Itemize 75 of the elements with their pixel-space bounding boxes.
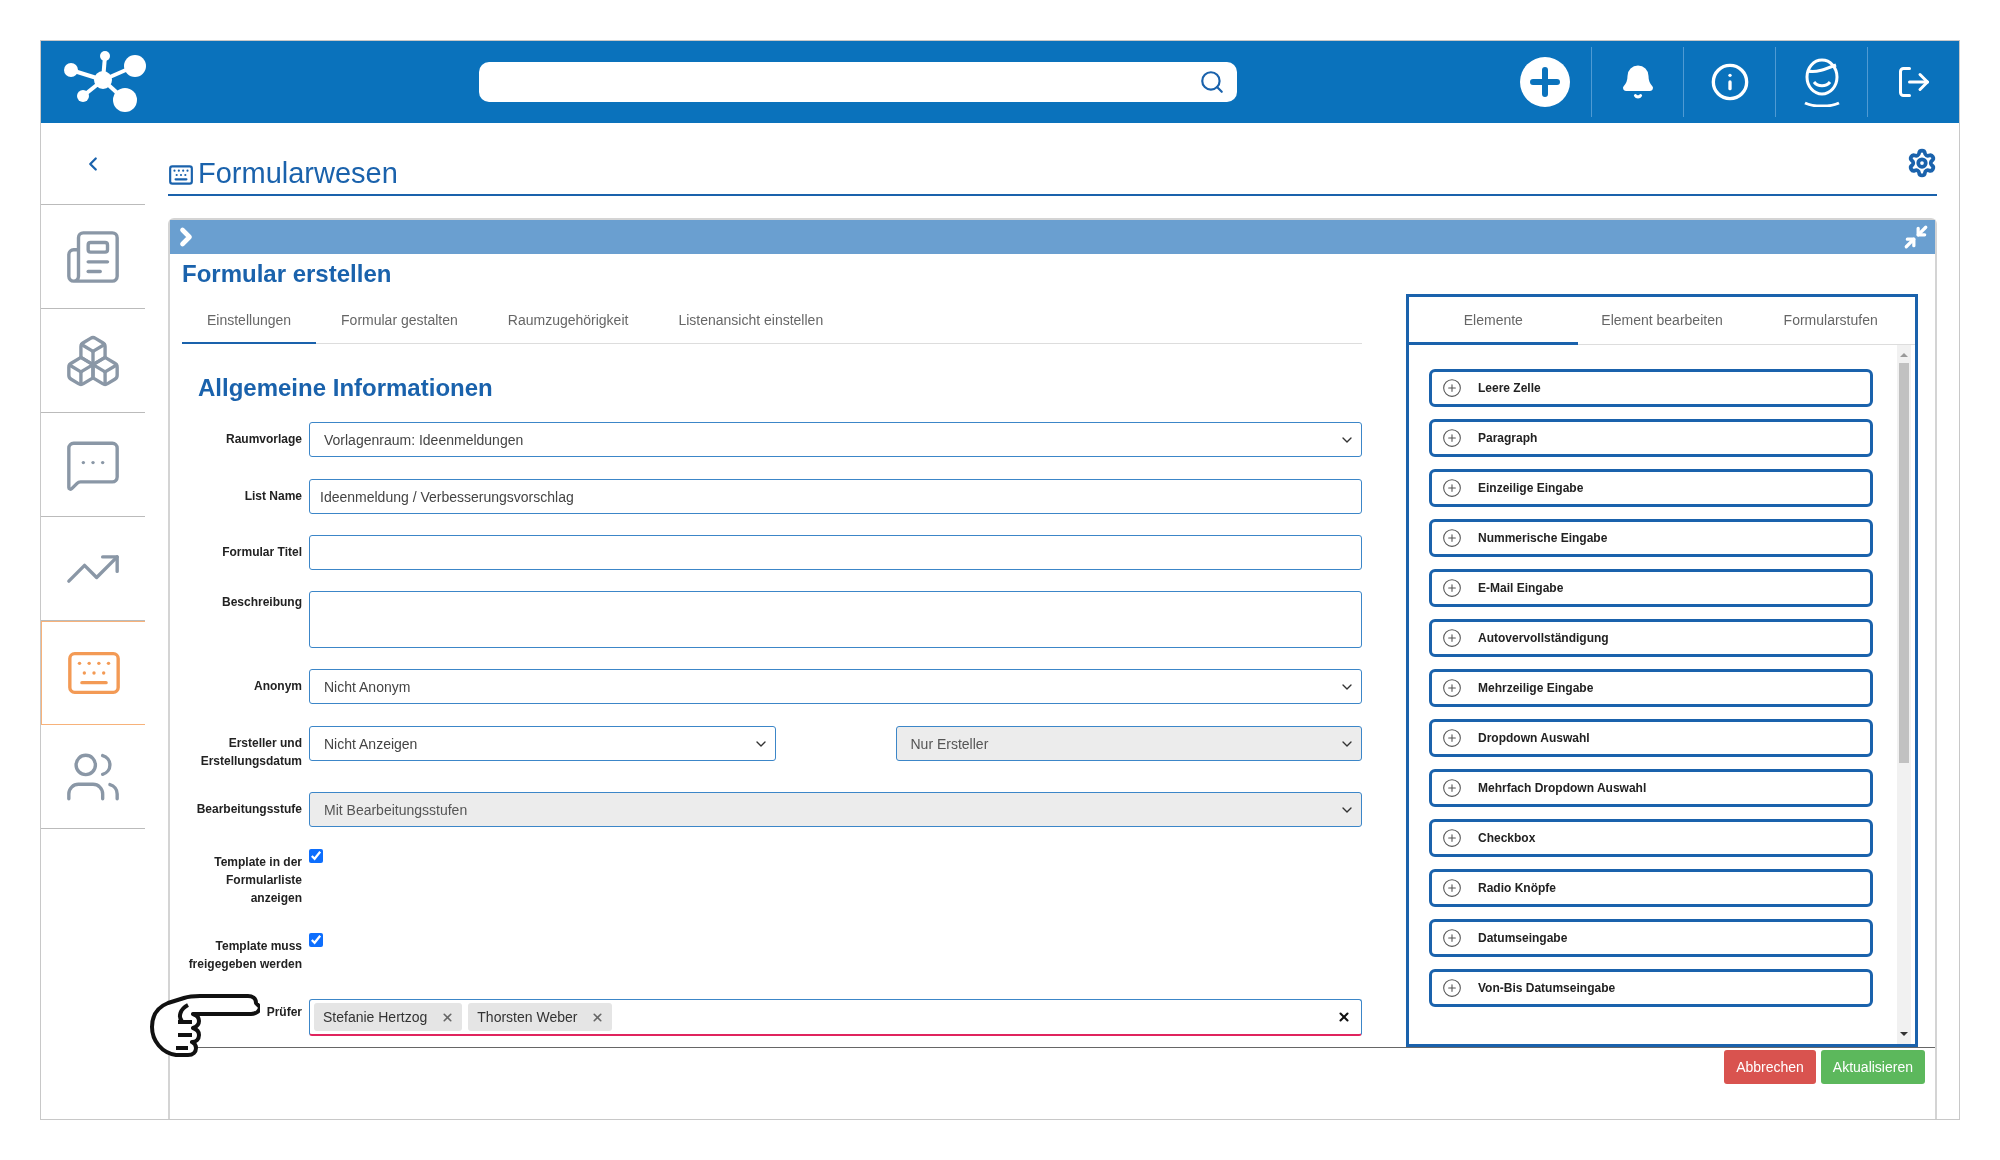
- element-item[interactable]: Von-Bis Datumseingabe: [1429, 969, 1873, 1007]
- field-label: Ersteller und Erstellungsdatum: [199, 735, 302, 770]
- cancel-button[interactable]: Abbrechen: [1724, 1050, 1816, 1084]
- plus-circle-icon: [1442, 728, 1462, 748]
- plus-circle-icon: [1442, 878, 1462, 898]
- reviewer-tag[interactable]: Thorsten Weber: [468, 1003, 613, 1031]
- element-item[interactable]: Leere Zelle: [1429, 369, 1873, 407]
- tab[interactable]: Einstellungen: [182, 300, 317, 344]
- plus-circle-icon: [1442, 528, 1462, 548]
- reviewer-tag[interactable]: Stefanie Hertzog: [314, 1003, 463, 1031]
- checkbox[interactable]: [309, 933, 323, 947]
- element-item[interactable]: Datumseingabe: [1429, 919, 1873, 957]
- search-field[interactable]: [479, 62, 1237, 102]
- remove-icon: [591, 1010, 605, 1024]
- plus-circle-icon: [1519, 56, 1571, 108]
- field-label: Template muss freigegeben werden: [187, 938, 302, 973]
- field-label: Raumvorlage: [224, 431, 302, 448]
- select-field[interactable]: Nicht Anonym: [309, 669, 1362, 704]
- plus-circle-icon: [1442, 428, 1462, 448]
- checkbox[interactable]: [309, 849, 323, 863]
- info-icon: [1709, 62, 1750, 102]
- clear-button[interactable]: [1337, 1010, 1351, 1024]
- tab[interactable]: Listenansicht einstellen: [653, 300, 849, 344]
- element-item[interactable]: Mehrzeilige Eingabe: [1429, 669, 1873, 707]
- element-item[interactable]: Nummerische Eingabe: [1429, 519, 1873, 557]
- tab[interactable]: Formularstufen: [1746, 297, 1915, 345]
- tab[interactable]: Formular gestalten: [316, 300, 483, 344]
- settings-button[interactable]: [1907, 148, 1937, 178]
- plus-circle-icon: [1442, 928, 1462, 948]
- scroll-down-arrow-icon[interactable]: [1900, 1030, 1908, 1038]
- sidebar-item[interactable]: [41, 621, 145, 725]
- reviewer-field[interactable]: Stefanie Hertzog Thorsten Weber: [309, 999, 1362, 1036]
- field-label: Anonym: [253, 678, 302, 695]
- remove-icon: [441, 1010, 455, 1024]
- element-item[interactable]: Dropdown Auswahl: [1429, 719, 1873, 757]
- select-field[interactable]: Vorlagenraum: Ideenmeldungen: [309, 422, 1362, 457]
- element-item[interactable]: E-Mail Eingabe: [1429, 569, 1873, 607]
- network-logo-icon: [63, 50, 149, 114]
- field-label: Prüfer: [265, 1004, 302, 1021]
- element-item[interactable]: Autovervollständigung: [1429, 619, 1873, 657]
- plus-circle-icon: [1442, 578, 1462, 598]
- text-area[interactable]: [309, 591, 1362, 648]
- plus-circle-icon: [1442, 828, 1462, 848]
- plus-circle-icon: [1442, 478, 1462, 498]
- element-item[interactable]: Mehrfach Dropdown Auswahl: [1429, 769, 1873, 807]
- field-label: Formular Titel: [221, 544, 302, 561]
- scrollbar[interactable]: [1897, 345, 1911, 1044]
- field-label: Beschreibung: [221, 594, 302, 611]
- element-item[interactable]: Radio Knöpfe: [1429, 869, 1873, 907]
- search-icon: [1199, 69, 1225, 95]
- tab[interactable]: Element bearbeiten: [1577, 297, 1747, 345]
- plus-circle-icon: [1442, 628, 1462, 648]
- input-field[interactable]: [309, 535, 1362, 570]
- page-title: Formularwesen: [198, 159, 398, 188]
- settings-icon: [1907, 148, 1937, 178]
- tab[interactable]: Elemente: [1409, 297, 1578, 345]
- input-field[interactable]: Ideenmeldung / Verbesserungsvorschlag: [309, 479, 1362, 514]
- collapse-icon[interactable]: [1903, 224, 1929, 250]
- select-field[interactable]: Nicht Anzeigen: [309, 726, 776, 761]
- plus-circle-icon: [1442, 678, 1462, 698]
- tab[interactable]: Raumzugehörigkeit: [482, 300, 654, 344]
- section-heading: Allgemeine Informationen: [198, 374, 494, 402]
- close-icon: [1337, 1010, 1351, 1024]
- plus-circle-icon: [1442, 778, 1462, 798]
- element-item[interactable]: Paragraph: [1429, 419, 1873, 457]
- field-label: Template in der Formularliste anzeigen: [213, 854, 302, 907]
- element-item[interactable]: Checkbox: [1429, 819, 1873, 857]
- plus-circle-icon: [1442, 378, 1462, 398]
- form-title: Formular erstellen: [182, 260, 393, 288]
- field-label: List Name: [243, 488, 302, 505]
- keyboard-icon: [168, 162, 194, 188]
- element-item[interactable]: Einzeilige Eingabe: [1429, 469, 1873, 507]
- scroll-up-arrow-icon[interactable]: [1900, 351, 1908, 359]
- plus-circle-icon: [1442, 978, 1462, 998]
- field-label: Bearbeitungsstufe: [195, 801, 302, 818]
